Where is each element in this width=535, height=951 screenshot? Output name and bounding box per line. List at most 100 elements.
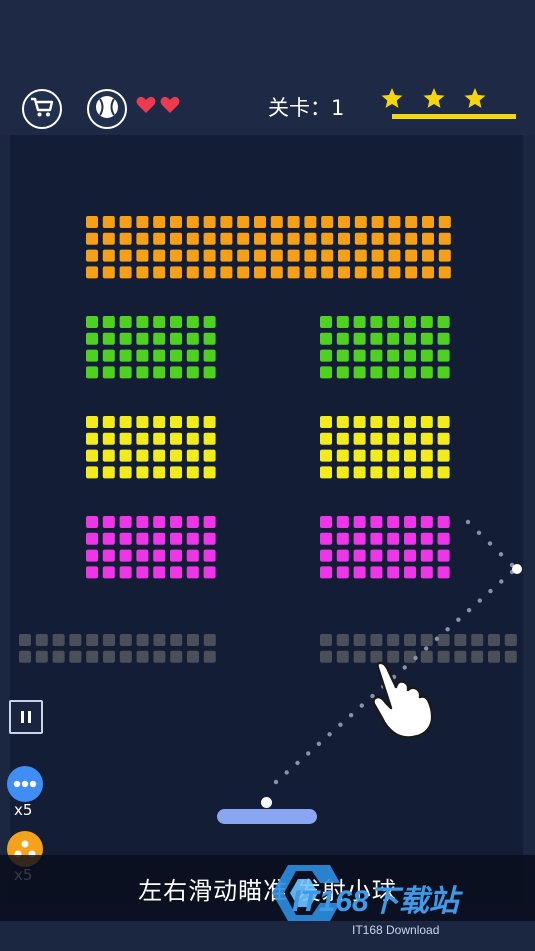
brick	[186, 316, 199, 328]
brick	[287, 216, 300, 228]
brick	[237, 266, 250, 279]
brick	[170, 316, 182, 328]
brick	[437, 449, 450, 462]
brick	[170, 466, 182, 479]
brick	[203, 516, 216, 528]
brick	[370, 516, 383, 528]
multi-ball-powerup[interactable]	[7, 766, 43, 802]
brick	[336, 516, 349, 528]
brick	[320, 349, 332, 362]
brick	[336, 549, 349, 562]
brick	[388, 266, 401, 279]
brick	[320, 466, 332, 479]
brick	[437, 349, 450, 362]
brick	[86, 466, 98, 479]
brick	[136, 332, 149, 345]
brick	[370, 366, 383, 379]
brick	[203, 634, 216, 646]
brick	[270, 216, 283, 228]
brick	[203, 532, 216, 545]
brick	[86, 249, 98, 262]
brick	[336, 466, 349, 479]
aim-dot	[348, 713, 354, 718]
brick	[287, 232, 300, 245]
brick	[102, 216, 115, 228]
brick	[321, 249, 334, 262]
aim-dot	[273, 779, 279, 785]
brick	[69, 634, 82, 646]
brick	[186, 449, 199, 462]
aim-dot	[499, 579, 504, 584]
brick	[370, 432, 383, 445]
brick	[203, 416, 216, 428]
brick	[304, 249, 317, 262]
paddle[interactable]	[217, 809, 317, 824]
brick	[420, 316, 433, 328]
brick	[320, 532, 332, 545]
brick	[119, 650, 132, 663]
brick	[353, 416, 366, 428]
brick	[102, 532, 115, 545]
brick	[437, 316, 450, 328]
brick	[320, 316, 332, 328]
brick	[438, 249, 451, 262]
brick	[353, 366, 366, 379]
brick	[153, 349, 166, 362]
brick	[119, 416, 132, 428]
brick	[102, 249, 115, 262]
brick	[370, 332, 383, 345]
brick	[153, 216, 166, 228]
brick	[237, 216, 250, 228]
brick	[438, 216, 451, 228]
brick	[336, 449, 349, 462]
brick	[170, 266, 182, 279]
brick	[371, 216, 384, 228]
brick	[86, 566, 98, 579]
brick	[454, 634, 467, 646]
brick	[437, 332, 450, 345]
brick	[353, 466, 366, 479]
brick	[420, 466, 433, 479]
brick	[353, 566, 366, 579]
brick	[353, 316, 366, 328]
brick	[336, 432, 349, 445]
brick	[304, 216, 317, 228]
brick	[437, 416, 450, 428]
brick	[102, 366, 115, 379]
brick	[353, 432, 366, 445]
brick	[19, 634, 31, 646]
brick	[387, 432, 400, 445]
brick	[420, 634, 433, 646]
brick	[370, 316, 383, 328]
brick	[203, 316, 216, 328]
brick	[170, 366, 182, 379]
brick	[320, 432, 332, 445]
brick	[388, 232, 401, 245]
brick	[170, 332, 182, 345]
aim-dot	[465, 519, 471, 525]
brick	[371, 249, 384, 262]
brick	[153, 332, 166, 345]
brick	[170, 249, 182, 262]
brick	[119, 566, 132, 579]
bounce-point	[512, 564, 522, 574]
brick	[153, 516, 166, 528]
aim-dot	[359, 703, 364, 708]
ball	[261, 797, 272, 808]
brick	[136, 432, 149, 445]
pause-button[interactable]	[9, 700, 43, 734]
brick	[186, 466, 199, 479]
brick	[119, 432, 132, 445]
brick	[237, 232, 250, 245]
brick	[404, 349, 416, 362]
brick	[119, 266, 132, 279]
aim-dot	[445, 627, 450, 632]
brick	[404, 332, 416, 345]
brick	[187, 650, 199, 663]
brick	[353, 332, 366, 345]
brick	[220, 266, 233, 279]
brick	[153, 232, 166, 245]
aim-dot	[284, 770, 289, 775]
brick	[254, 266, 266, 279]
brick	[153, 416, 166, 428]
